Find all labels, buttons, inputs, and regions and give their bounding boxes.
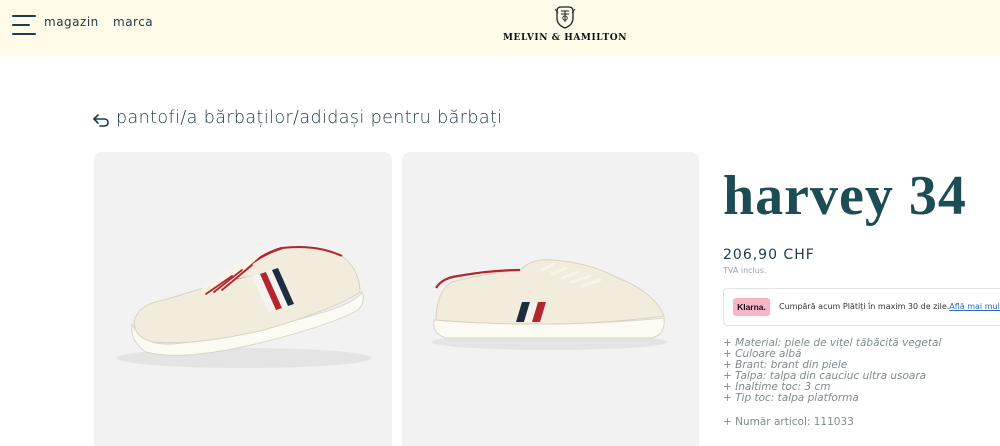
- klarna-message: Cumpără acum Plătiți în maxim 30 de zile…: [779, 302, 1000, 311]
- top-navigation-bar: magazin marca MELVIN & HAMILTON: [0, 0, 1000, 56]
- brand-logo[interactable]: MELVIN & HAMILTON: [500, 5, 630, 47]
- hamburger-menu-icon[interactable]: [12, 15, 36, 35]
- klarna-text: Cumpără acum Plătiți în maxim 30 de zile…: [779, 302, 950, 311]
- product-title: harvey 34: [723, 165, 967, 227]
- sneaker-image-side: [432, 259, 668, 350]
- sneaker-image-angled: [116, 246, 372, 368]
- brand-crest-icon: [554, 6, 576, 29]
- brand-name: MELVIN & HAMILTON: [502, 33, 628, 43]
- spec-heel-type: + Tip toc: talpa platforma: [723, 392, 859, 404]
- klarna-payment-banner: Klarna. Cumpără acum Plătiți în maxim 30…: [723, 288, 1000, 326]
- breadcrumb-path[interactable]: pantofi/a bărbaților/adidași pentru bărb…: [116, 108, 502, 128]
- nav-link-magazin[interactable]: magazin: [44, 15, 99, 29]
- klarna-learn-more-link[interactable]: Află mai multe: [949, 302, 1000, 311]
- product-image-2[interactable]: [402, 152, 699, 446]
- article-number: + Număr articol: 111033: [723, 416, 854, 428]
- product-price: 206,90 CHF: [723, 247, 815, 263]
- back-arrow-icon[interactable]: [92, 113, 110, 127]
- breadcrumb: pantofi/a bărbaților/adidași pentru bărb…: [92, 108, 502, 128]
- vat-note: TVA inclus.: [723, 266, 767, 275]
- nav-link-marca[interactable]: marca: [113, 15, 153, 29]
- product-specs: + Material: piele de vițel tăbăcită vege…: [723, 338, 941, 404]
- klarna-logo-icon: Klarna.: [733, 298, 770, 316]
- product-image-1[interactable]: [94, 152, 392, 446]
